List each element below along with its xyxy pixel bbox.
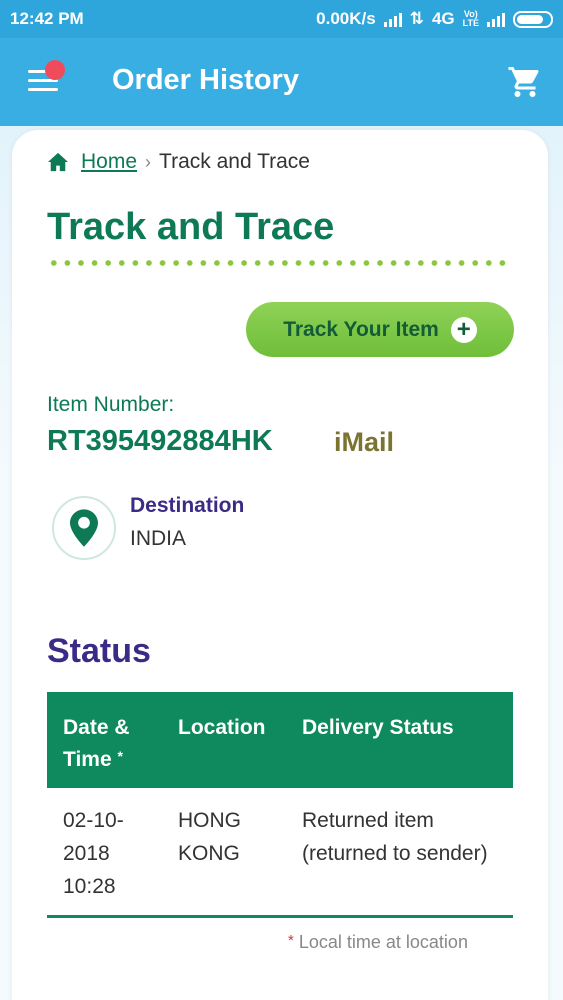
footnote-text: Local time at location bbox=[298, 932, 468, 952]
column-header-location: Location bbox=[178, 716, 266, 739]
track-your-item-button[interactable]: Track Your Item + bbox=[246, 302, 514, 357]
page-title: Track and Trace bbox=[47, 206, 335, 248]
item-number-label: Item Number: bbox=[47, 393, 175, 416]
network-speed: 0.00K/s bbox=[316, 9, 376, 28]
signal-icon bbox=[383, 11, 402, 27]
cell-location: HONG KONG bbox=[178, 809, 241, 865]
home-icon bbox=[48, 152, 68, 172]
destination-icon-circle bbox=[52, 496, 116, 560]
plus-icon: + bbox=[450, 316, 477, 343]
network-type: 4G bbox=[431, 9, 455, 28]
footnote: * Local time at location bbox=[288, 932, 514, 953]
footnote-star: * bbox=[288, 932, 294, 949]
breadcrumb-current: Track and Trace bbox=[159, 150, 310, 173]
breadcrumb-home-link[interactable]: Home bbox=[81, 150, 137, 174]
status-indicators: 0.00K/s ⇅ 4G Vo) LTE bbox=[316, 9, 553, 29]
status-bar: 12:42 PM 0.00K/s ⇅ 4G Vo) LTE bbox=[0, 0, 563, 38]
signal-icon-2 bbox=[487, 11, 505, 27]
destination-label: Destination bbox=[130, 494, 245, 517]
app-title: Order History bbox=[112, 64, 299, 96]
data-arrows-icon: ⇅ bbox=[409, 9, 424, 28]
destination-value: INDIA bbox=[130, 527, 187, 550]
shopping-cart-icon[interactable] bbox=[506, 64, 544, 100]
column-header-date: Date & Time * bbox=[63, 716, 130, 771]
item-number-value: RT395492884HK bbox=[47, 425, 273, 457]
dotted-divider bbox=[47, 260, 513, 266]
app-bar: Order History bbox=[0, 38, 563, 126]
table-header: Date & Time * Location Delivery Status bbox=[47, 692, 513, 788]
status-table: Date & Time * Location Delivery Status 0… bbox=[47, 692, 513, 918]
volte-icon: Vo) LTE bbox=[462, 9, 479, 28]
clock: 12:42 PM bbox=[10, 9, 84, 28]
battery-icon bbox=[513, 10, 553, 28]
table-row: 02-10-2018 10:28 HONG KONG Returned item… bbox=[47, 788, 513, 918]
breadcrumb-separator: › bbox=[145, 151, 152, 172]
status-heading: Status bbox=[47, 632, 151, 670]
cell-date-time: 02-10-2018 10:28 bbox=[63, 809, 124, 898]
cell-delivery-status: Returned item (returned to sender) bbox=[302, 809, 488, 865]
column-header-delivery-status: Delivery Status bbox=[302, 716, 454, 739]
location-pin-icon bbox=[70, 509, 98, 547]
notification-dot bbox=[45, 60, 65, 80]
track-button-label: Track Your Item bbox=[283, 317, 439, 341]
breadcrumb: Home › Track and Trace bbox=[47, 150, 310, 174]
item-service-type: iMail bbox=[334, 427, 395, 457]
